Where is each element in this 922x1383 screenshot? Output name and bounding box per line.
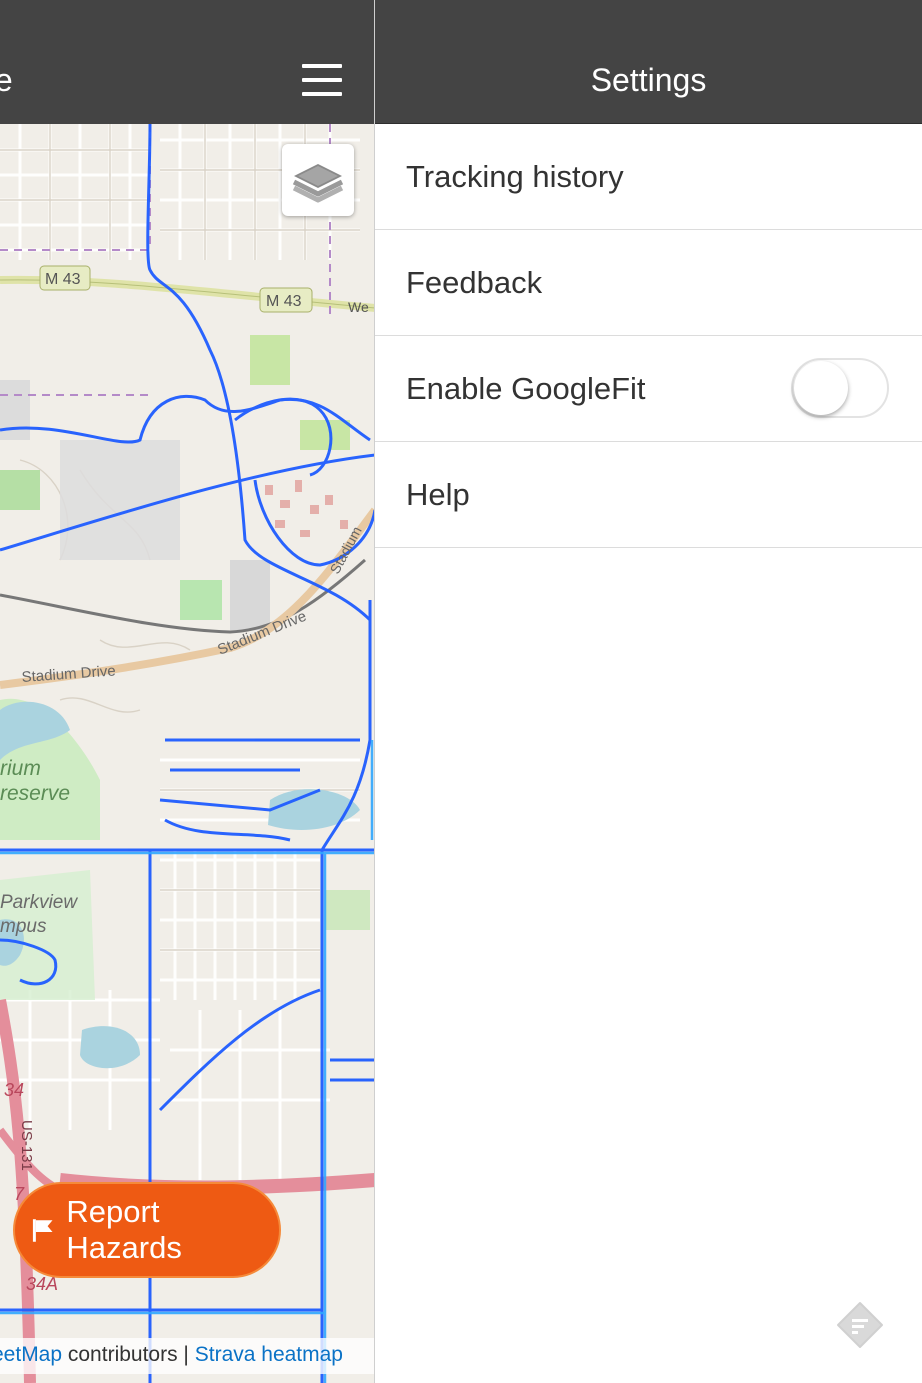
hamburger-menu-icon[interactable] (300, 64, 344, 96)
flag-icon (32, 1219, 53, 1242)
menu-item-label: Feedback (406, 265, 543, 300)
map-label-us131: US-131 (18, 1120, 35, 1171)
feedback-icon (837, 1302, 883, 1348)
map-label-preserve: reserve (0, 782, 70, 805)
layers-icon (292, 164, 344, 203)
menu-item-tracking-history[interactable]: Tracking history (375, 124, 922, 230)
googlefit-toggle[interactable] (791, 358, 889, 418)
osm-link[interactable]: eetMap (0, 1343, 62, 1366)
layers-button[interactable] (282, 144, 354, 216)
map-pane: M 43 M 43 We Stadium Drive Stadium Drive… (0, 0, 375, 1383)
settings-title: Settings (590, 62, 707, 98)
map-label-m43: M 43 (45, 271, 81, 288)
map-label-parkview: mpus (0, 916, 47, 937)
strava-heatmap-link[interactable]: Strava heatmap (195, 1343, 343, 1366)
map-title: te (0, 58, 13, 102)
menu-item-label: Tracking history (406, 159, 624, 194)
settings-pane: Settings Tracking history Feedback Enabl… (375, 0, 922, 1383)
map-header: te (0, 0, 374, 124)
menu-item-help[interactable]: Help (375, 442, 922, 548)
map-attribution: eetMap contributors | Strava heatmap (0, 1338, 374, 1374)
settings-header: Settings (375, 0, 922, 124)
feedback-badge[interactable] (835, 1300, 885, 1350)
menu-item-label: Enable GoogleFit (406, 371, 646, 406)
toggle-knob (794, 361, 848, 415)
menu-item-feedback[interactable]: Feedback (375, 230, 922, 336)
map-label-preserve: rium (0, 757, 41, 780)
map-label-west: We (348, 299, 369, 315)
map-label-m43: M 43 (266, 293, 302, 310)
map-label-parkview: Parkview (0, 892, 78, 913)
report-hazards-label: Report Hazards (66, 1194, 182, 1265)
report-hazards-button[interactable]: Report Hazards (13, 1182, 281, 1278)
attribution-contributors: contributors | (62, 1343, 195, 1366)
map-label-route-34: 34 (4, 1080, 24, 1100)
menu-item-label: Help (406, 477, 470, 512)
